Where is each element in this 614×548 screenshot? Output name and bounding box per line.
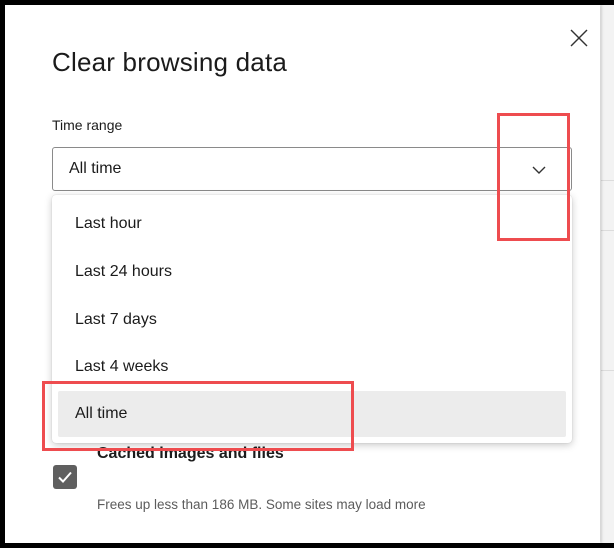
cached-images-description: Frees up less than 186 MB. Some sites ma… [97,497,426,512]
checkmark-icon [58,471,72,483]
cached-images-checkbox[interactable] [53,465,77,489]
dialog-title: Clear browsing data [52,47,288,77]
clear-browsing-data-dialog: Clear browsing data Time range All time … [5,5,600,543]
option-last-hour[interactable]: Last hour [58,201,566,247]
background-divider [601,180,614,181]
cached-images-label: Cached images and files [97,445,284,462]
background-page [601,5,614,543]
selected-time-range: All time [69,160,122,177]
chevron-down-icon [532,166,546,174]
option-all-time[interactable]: All time [58,391,566,437]
time-range-dropdown-menu: Last hour Last 24 hours Last 7 days Last… [52,195,572,443]
option-last-24-hours[interactable]: Last 24 hours [58,249,566,295]
option-last-4-weeks[interactable]: Last 4 weeks [58,344,566,390]
background-divider [601,230,614,231]
option-last-7-days[interactable]: Last 7 days [58,297,566,343]
close-icon[interactable] [568,27,590,49]
background-divider [601,370,614,371]
time-range-label: Time range [52,117,123,133]
time-range-select[interactable]: All time [52,147,572,191]
